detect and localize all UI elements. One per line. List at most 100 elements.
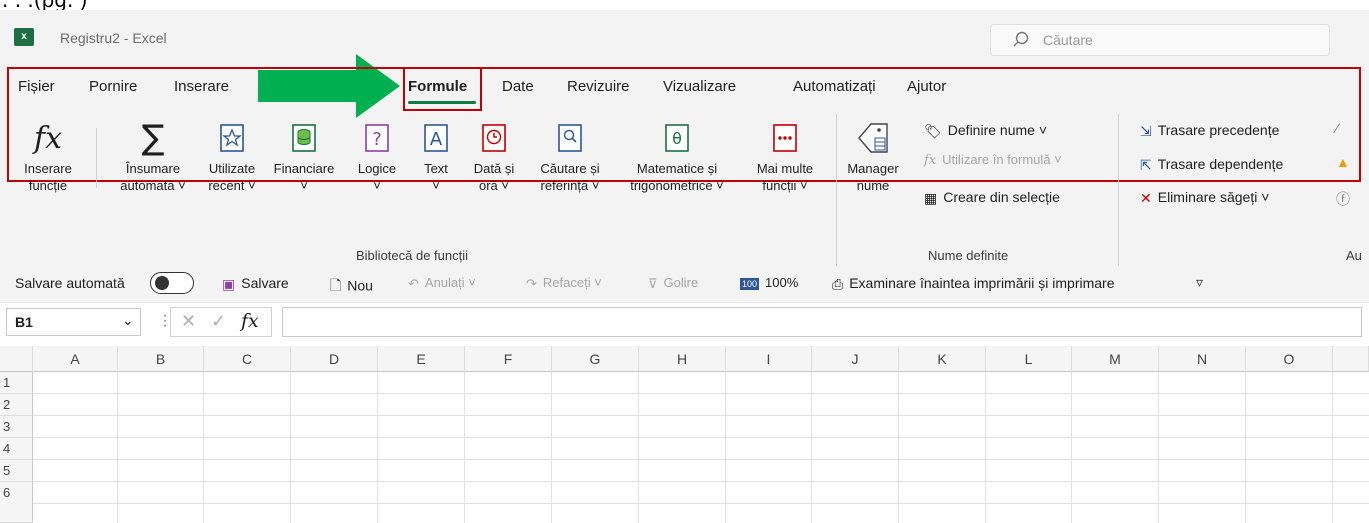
column-header[interactable]: B xyxy=(118,346,204,372)
redo-label: Refaceți ˅ xyxy=(542,275,602,290)
new-button[interactable]: 🗋 Nou xyxy=(330,275,373,299)
row-header[interactable]: 2 xyxy=(0,394,33,416)
clock-book-icon xyxy=(482,124,506,152)
clear-label: Golire xyxy=(663,275,699,290)
lookup-reference-button[interactable]: Căutare și referință ˅ xyxy=(528,116,612,194)
svg-text:?: ? xyxy=(372,129,382,150)
math-trig-button[interactable]: θ Matematice și trigonometrice ˅ xyxy=(612,116,742,194)
row-header[interactable]: 5 xyxy=(0,460,33,482)
row-header[interactable]: 6 xyxy=(0,482,33,523)
recently-used-label-2: recent ˅ xyxy=(208,178,256,193)
evaluate-formula-icon[interactable]: ⓕ xyxy=(1336,189,1350,209)
column-header[interactable]: J xyxy=(812,346,899,372)
defined-names-group-label: Nume definite xyxy=(928,248,1009,263)
trace-precedents-button[interactable]: ⇲ Trasare precedențe xyxy=(1140,122,1279,140)
grid-line xyxy=(117,372,118,523)
redo-button[interactable]: ↷ Refaceți ˅ xyxy=(526,275,602,292)
column-header[interactable]: M xyxy=(1072,346,1159,372)
formula-auditing-group-label: Au xyxy=(1346,248,1362,263)
column-header[interactable]: O xyxy=(1246,346,1333,372)
column-header[interactable]: G xyxy=(552,346,639,372)
show-formulas-icon[interactable]: ⁄ xyxy=(1336,120,1338,136)
grid-line xyxy=(898,372,899,523)
clear-filter-icon: ⊽ xyxy=(648,275,658,291)
remove-arrows-button[interactable]: ✕ Eliminare săgeți ˅ xyxy=(1140,189,1269,207)
error-checking-icon[interactable]: ▲ xyxy=(1336,154,1350,170)
column-header[interactable]: N xyxy=(1159,346,1246,372)
worksheet-grid[interactable] xyxy=(0,346,1369,523)
grid-line xyxy=(1245,372,1246,523)
column-header[interactable]: L xyxy=(986,346,1072,372)
grid-line xyxy=(33,481,1369,482)
use-in-formula-label: Utilizare în formulă ˅ xyxy=(942,152,1062,167)
grid-line xyxy=(203,372,204,523)
column-header[interactable]: I xyxy=(726,346,812,372)
date-time-button[interactable]: Dată și oră ˅ xyxy=(466,116,522,194)
autosave-toggle[interactable] xyxy=(150,272,194,294)
undo-label: Anulați ˅ xyxy=(424,275,476,290)
trace-dependents-label: Trasare dependențe xyxy=(1157,156,1284,172)
row-header[interactable]: 1 xyxy=(0,372,33,394)
name-manager-button[interactable]: Manager nume xyxy=(842,116,904,194)
new-label: Nou xyxy=(347,277,373,294)
autosum-button[interactable]: ∑ Însumare automată ˅ xyxy=(112,116,194,194)
fx-small-icon: fx xyxy=(924,153,937,169)
name-box-dropdown-icon[interactable]: ⌄ xyxy=(122,312,134,329)
undo-button[interactable]: ↶ Anulați ˅ xyxy=(408,275,476,292)
search-icon xyxy=(1013,31,1029,47)
enter-icon[interactable]: ✓ xyxy=(211,311,226,332)
formula-bar-buttons: ✕ ✓ fx xyxy=(170,307,272,337)
column-header[interactable]: F xyxy=(465,346,552,372)
column-header[interactable]: K xyxy=(899,346,986,372)
more-functions-button[interactable]: Mai multe funcții ˅ xyxy=(742,116,828,194)
save-button[interactable]: ▣ Salvare xyxy=(222,275,289,293)
grid-line xyxy=(985,372,986,523)
zoom-button[interactable]: 100 100% xyxy=(740,275,798,290)
more-functions-label-1: Mai multe xyxy=(756,161,814,176)
column-header[interactable]: E xyxy=(378,346,465,372)
title-bar: x Registru2 - Excel Căutare xyxy=(0,10,1369,62)
cancel-icon[interactable]: ✕ xyxy=(181,311,196,332)
create-from-selection-button[interactable]: ▦ Creare din selecție xyxy=(924,189,1060,207)
recently-used-button[interactable]: Utilizate recent ˅ xyxy=(198,116,266,194)
use-in-formula-button[interactable]: fx Utilizare în formulă ˅ xyxy=(924,152,1062,168)
grid-line xyxy=(33,393,1369,394)
insert-function-button[interactable]: fx Inserare funcție xyxy=(18,116,78,194)
select-all-corner[interactable] xyxy=(0,346,33,372)
financial-label-2: ˅ xyxy=(300,178,308,193)
column-header[interactable]: H xyxy=(639,346,726,372)
column-header[interactable]: D xyxy=(291,346,378,372)
lookup-reference-label-1: Căutare și xyxy=(540,161,600,176)
column-header[interactable]: A xyxy=(33,346,118,372)
name-box[interactable]: B1 xyxy=(6,308,141,336)
group-separator xyxy=(1118,114,1119,266)
trace-dependents-button[interactable]: ⇱ Trasare dependențe xyxy=(1140,156,1283,174)
recently-used-label-1: Utilizate xyxy=(208,161,256,176)
save-label: Salvare xyxy=(241,275,289,291)
ribbon-separator xyxy=(96,128,97,188)
question-book-icon: ? xyxy=(365,124,389,152)
formula-input[interactable] xyxy=(282,307,1362,337)
column-header[interactable]: C xyxy=(204,346,291,372)
customize-qat-icon[interactable]: ▿ xyxy=(1196,274,1203,291)
row-header[interactable]: 4 xyxy=(0,438,33,460)
trace-dependents-icon: ⇱ xyxy=(1140,156,1152,173)
grid-line xyxy=(1158,372,1159,523)
clear-button[interactable]: ⊽ Golire xyxy=(648,275,698,292)
logical-button[interactable]: ? Logice ˅ xyxy=(350,116,404,194)
zoom-100-icon: 100 xyxy=(740,277,760,290)
define-name-label: Definire nume ˅ xyxy=(947,122,1047,138)
print-preview-button[interactable]: ⎙ Examinare înaintea imprimării și imprim… xyxy=(832,275,1115,293)
grid-line xyxy=(1071,372,1072,523)
insert-function-icon[interactable]: fx xyxy=(241,310,259,332)
financial-button[interactable]: Financiare ˅ xyxy=(268,116,340,194)
define-name-button[interactable]: 🏷 Definire nume ˅ xyxy=(924,122,1047,140)
database-book-icon xyxy=(292,124,316,152)
row-header[interactable]: 3 xyxy=(0,416,33,438)
search-box[interactable]: Căutare xyxy=(990,24,1330,56)
grid-line xyxy=(725,372,726,523)
column-header-partial[interactable] xyxy=(1333,346,1369,372)
grid-line xyxy=(33,503,1369,504)
text-functions-button[interactable]: A Text ˅ xyxy=(414,116,458,194)
grid-line xyxy=(811,372,812,523)
